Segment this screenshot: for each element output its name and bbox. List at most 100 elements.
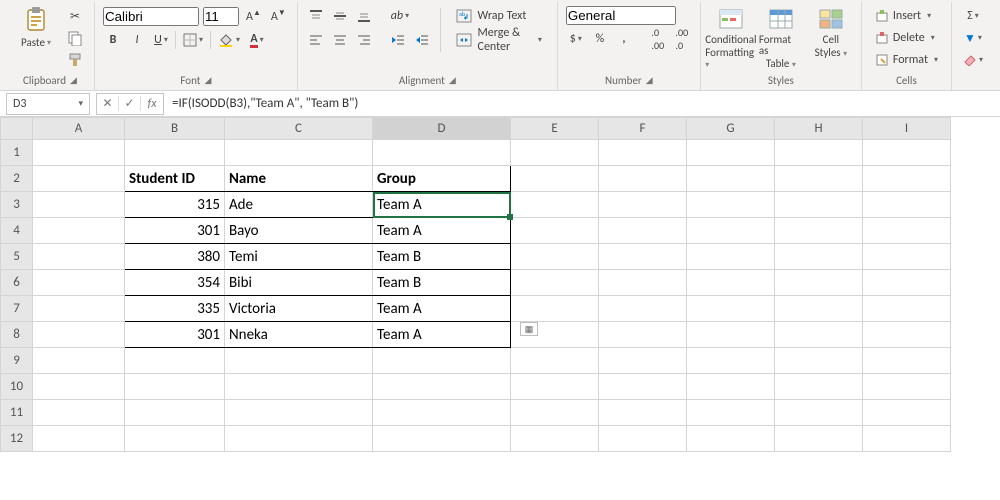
merge-center-button[interactable]: Merge & Center [449,30,549,50]
col-header-A[interactable]: A [33,118,125,140]
cell[interactable]: Team A [373,296,511,322]
cell[interactable]: Bibi [225,270,373,296]
align-center-button[interactable] [330,30,350,50]
spreadsheet[interactable]: A B C D E F G H I 1 2 Student ID Name Gr… [0,117,1000,452]
cell[interactable]: Team A [373,322,511,348]
borders-button[interactable] [180,30,206,50]
row-header[interactable]: 7 [1,296,33,322]
clear-button[interactable] [960,50,986,70]
increase-font-button[interactable]: A▲ [243,6,264,26]
row-header[interactable]: 6 [1,270,33,296]
cell[interactable]: 301 [125,218,225,244]
decrease-decimal-button[interactable]: .00.0 [672,29,692,49]
cell[interactable]: Team B [373,244,511,270]
col-header-E[interactable]: E [511,118,599,140]
underline-button[interactable]: U [151,30,171,50]
col-header-H[interactable]: H [775,118,863,140]
delete-cells-button[interactable]: Delete [870,28,943,48]
group-alignment: ab ab Wrap Text Me [298,2,558,90]
col-header-I[interactable]: I [863,118,951,140]
enter-formula-button[interactable]: ✓ [119,96,141,111]
row-header[interactable]: 9 [1,348,33,374]
cell[interactable]: Ade [225,192,373,218]
fill-button[interactable]: ▼ [960,28,986,48]
cell[interactable]: Temi [225,244,373,270]
autofill-options-icon[interactable]: ▦ [520,322,538,336]
insert-function-button[interactable]: fx [141,97,163,111]
bold-button[interactable]: B [103,30,123,50]
row-header[interactable]: 3 [1,192,33,218]
row-header[interactable]: 2 [1,166,33,192]
cell[interactable]: Nneka [225,322,373,348]
group-label-cells: Cells [896,72,917,90]
copy-button[interactable] [64,28,86,48]
col-header-F[interactable]: F [599,118,687,140]
col-header-G[interactable]: G [687,118,775,140]
cell[interactable]: Bayo [225,218,373,244]
cell[interactable]: 301 [125,322,225,348]
col-header-B[interactable]: B [125,118,225,140]
align-right-button[interactable] [354,30,374,50]
cell[interactable]: Student ID [125,166,225,192]
autosum-button[interactable]: Σ [960,6,986,26]
cell[interactable]: Team B [373,270,511,296]
dialog-launcher-icon[interactable]: ◢ [70,72,77,90]
percent-icon: % [596,32,605,46]
cell[interactable]: Group [373,166,511,192]
align-top-button[interactable] [306,6,326,26]
accounting-format-button[interactable]: $ [566,29,586,49]
cell[interactable]: Name [225,166,373,192]
percent-format-button[interactable]: % [590,29,610,49]
select-all-corner[interactable] [1,118,33,140]
italic-button[interactable]: I [127,30,147,50]
font-color-button[interactable]: A [247,30,267,50]
font-size-combo[interactable] [203,7,239,26]
formula-input[interactable]: =IF(ISODD(B3),"Team A", "Team B") [164,96,1000,111]
dialog-launcher-icon[interactable]: ◢ [449,72,456,90]
format-painter-button[interactable] [64,50,86,70]
format-cells-button[interactable]: Format [870,50,943,70]
row-header[interactable]: 8 [1,322,33,348]
col-header-C[interactable]: C [225,118,373,140]
row-header[interactable]: 10 [1,374,33,400]
row-header[interactable]: 4 [1,218,33,244]
paste-button[interactable]: Paste▾ [14,6,58,70]
align-left-button[interactable] [306,30,326,50]
decrease-indent-button[interactable] [388,30,408,50]
fill-color-button[interactable] [215,30,243,50]
paintbrush-icon [67,52,83,68]
cell[interactable]: 335 [125,296,225,322]
decrease-font-button[interactable]: A▼ [268,6,289,26]
format-as-table-button[interactable]: Format asTable ▾ [759,6,803,70]
chevron-down-icon: ▾ [78,98,83,109]
comma-format-button[interactable]: , [614,29,634,49]
font-name-combo[interactable] [103,7,199,26]
dialog-launcher-icon[interactable]: ◢ [204,72,211,90]
row-header[interactable]: 5 [1,244,33,270]
orientation-button[interactable]: ab [388,6,412,26]
number-format-combo[interactable] [566,6,676,25]
insert-cells-button[interactable]: Insert [870,6,943,26]
cell-selected[interactable]: Team A [373,192,511,218]
name-box[interactable]: D3 ▾ [6,93,90,115]
cell[interactable]: 315 [125,192,225,218]
cell[interactable]: 380 [125,244,225,270]
wrap-text-button[interactable]: ab Wrap Text [449,6,549,26]
increase-indent-button[interactable] [412,30,432,50]
group-font: A▲ A▼ B I U A Font◢ [95,2,298,90]
increase-decimal-button[interactable]: .0.00 [648,29,668,49]
align-middle-button[interactable] [330,6,350,26]
cell-styles-button[interactable]: CellStyles ▾ [809,6,853,70]
cut-button[interactable]: ✂ [64,6,86,26]
row-header[interactable]: 11 [1,400,33,426]
row-header[interactable]: 1 [1,140,33,166]
cell[interactable]: Team A [373,218,511,244]
row-header[interactable]: 12 [1,426,33,452]
conditional-formatting-button[interactable]: ConditionalFormatting ▾ [709,6,753,70]
col-header-D[interactable]: D [373,118,511,140]
cell[interactable]: Victoria [225,296,373,322]
cancel-formula-button[interactable]: ✕ [97,96,119,111]
align-bottom-button[interactable] [354,6,374,26]
dialog-launcher-icon[interactable]: ◢ [646,72,653,90]
cell[interactable]: 354 [125,270,225,296]
